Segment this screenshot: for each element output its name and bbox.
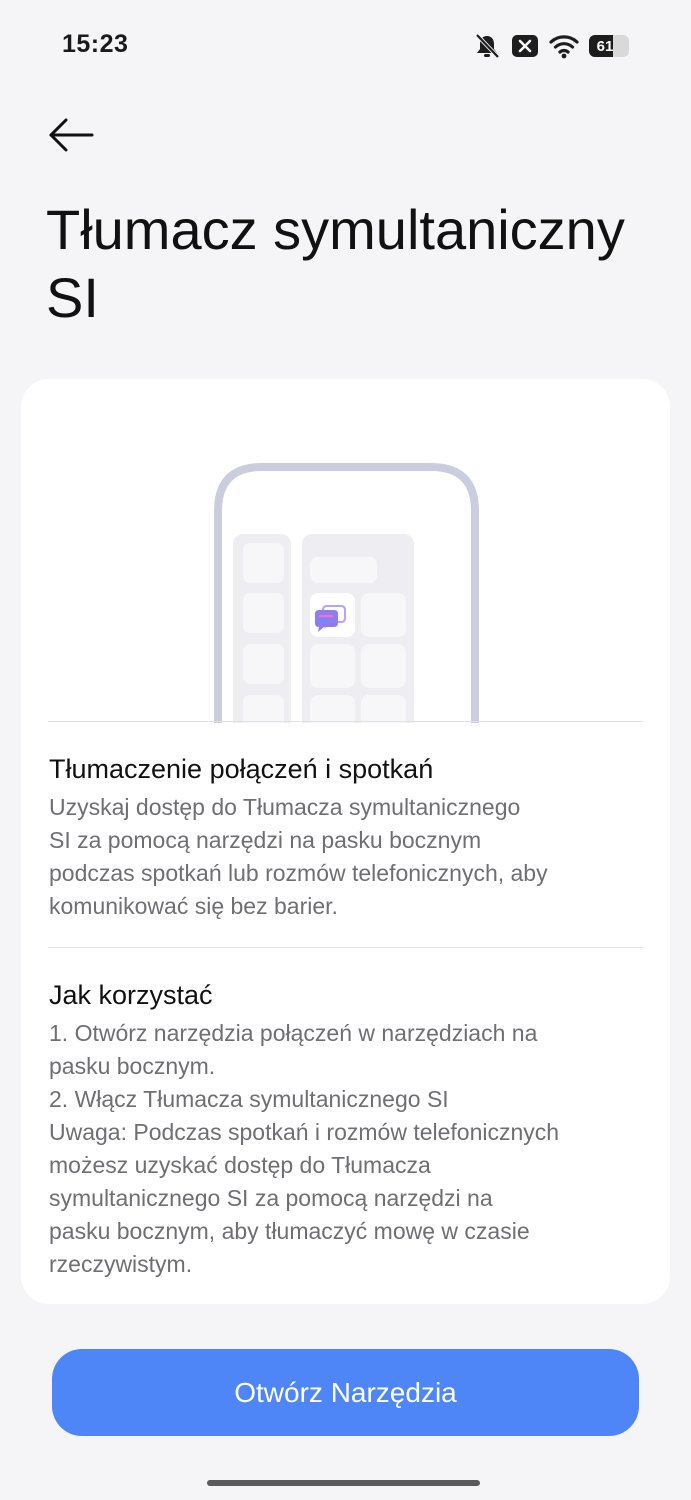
page-title: Tłumacz symultaniczny SI [46, 198, 625, 329]
divider [48, 947, 643, 948]
section-title-how-to-use: Jak korzystać [49, 980, 213, 1010]
wifi-icon [549, 33, 579, 59]
status-time: 15:23 [62, 30, 129, 58]
section-body-translation: Uzyskaj dostęp do Tłumacza symultaniczne… [49, 794, 548, 919]
battery-level: 61 [596, 37, 614, 55]
back-button[interactable] [46, 113, 96, 157]
status-icons: 61 [473, 32, 629, 60]
section-body-how-to-use: 1. Otwórz narzędzia połączeń w narzędzia… [49, 1020, 560, 1277]
notification-x-icon [511, 33, 539, 59]
divider [48, 721, 643, 722]
phone-illustration [21, 379, 670, 739]
mute-icon [473, 32, 501, 60]
feature-card: Tłumaczenie połączeń i spotkań Uzyskaj d… [21, 379, 670, 1304]
status-bar: 15:23 61 [0, 0, 691, 92]
section-title-translation: Tłumaczenie połączeń i spotkań [49, 754, 434, 784]
home-indicator[interactable] [207, 1480, 480, 1486]
battery-icon: 61 [589, 35, 629, 57]
open-tools-button[interactable]: Otwórz Narzędzia [52, 1349, 639, 1436]
back-arrow-icon [49, 118, 94, 152]
